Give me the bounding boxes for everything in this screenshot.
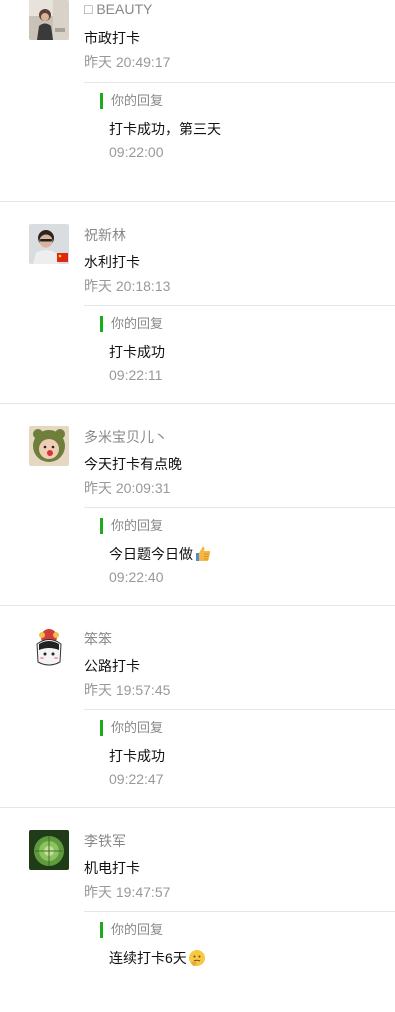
- reply-block: 你的回复 打卡成功 09:22:11: [84, 305, 395, 406]
- reply-label: 你的回复: [100, 518, 163, 534]
- comment-list: □ BEAUTY 市政打卡 昨天 20:49:17 你的回复 打卡成功，第三天 …: [0, 0, 395, 1008]
- reply-time: 09:22:00: [109, 144, 164, 160]
- reply-text: 打卡成功: [109, 748, 165, 764]
- reply-text-content: 今日题今日做: [109, 546, 193, 562]
- avatar-cartoon-icon: [29, 628, 69, 668]
- user-avatar[interactable]: [29, 426, 69, 466]
- user-avatar[interactable]: [29, 0, 69, 40]
- avatar-photo-icon: [29, 830, 69, 870]
- reply-text: 今日题今日做: [109, 544, 212, 564]
- comment-item: 多米宝贝儿丶 今天打卡有点晚 昨天 20:09:31 你的回复 今日题今日做 0…: [0, 404, 395, 606]
- reply-text: 打卡成功，第三天: [109, 121, 221, 137]
- reply-label: 你的回复: [100, 720, 163, 736]
- reply-time: 09:22:47: [109, 771, 164, 787]
- comment-time: 昨天 19:47:57: [84, 884, 171, 900]
- comment-time: 昨天 20:49:17: [84, 54, 171, 70]
- reply-block: 你的回复 今日题今日做 09:22:40: [84, 507, 395, 608]
- user-name[interactable]: 祝新林: [84, 225, 126, 245]
- avatar-photo-icon: [29, 426, 69, 466]
- comment-time: 昨天 20:09:31: [84, 480, 171, 496]
- reply-time: 09:22:11: [109, 367, 163, 383]
- reply-label: 你的回复: [100, 93, 163, 109]
- user-name[interactable]: 笨笨: [84, 629, 112, 649]
- reply-block: 你的回复 打卡成功，第三天 09:22:00: [84, 82, 395, 183]
- comment-text: 机电打卡: [84, 860, 140, 876]
- user-avatar[interactable]: [29, 224, 69, 264]
- comment-text: 水利打卡: [84, 254, 140, 270]
- user-name[interactable]: □ BEAUTY: [84, 1, 152, 17]
- reply-text: 打卡成功: [109, 344, 165, 360]
- avatar-photo-icon: [29, 224, 69, 264]
- reply-label: 你的回复: [100, 922, 163, 938]
- reply-time: 09:22:40: [109, 569, 164, 585]
- comment-item: 笨笨 公路打卡 昨天 19:57:45 你的回复 打卡成功 09:22:47: [0, 606, 395, 808]
- avatar-photo-icon: [29, 0, 69, 40]
- comment-item: □ BEAUTY 市政打卡 昨天 20:49:17 你的回复 打卡成功，第三天 …: [0, 0, 395, 202]
- user-name[interactable]: 多米宝贝儿丶: [84, 427, 168, 447]
- comment-text: 市政打卡: [84, 30, 140, 46]
- reply-label: 你的回复: [100, 316, 163, 332]
- reply-block: 你的回复 连续打卡6天: [84, 911, 395, 1012]
- reply-block: 你的回复 打卡成功 09:22:47: [84, 709, 395, 810]
- reply-text: 连续打卡6天: [109, 948, 206, 968]
- comment-time: 昨天 20:18:13: [84, 278, 171, 294]
- comment-text: 今天打卡有点晚: [84, 456, 182, 472]
- reply-text-content: 连续打卡6天: [109, 950, 187, 966]
- comment-text: 公路打卡: [84, 658, 140, 674]
- user-avatar[interactable]: [29, 830, 69, 870]
- user-name[interactable]: 李铁军: [84, 831, 126, 851]
- thumbs-up-icon: [194, 545, 212, 563]
- comment-item: 李铁军 机电打卡 昨天 19:47:57 你的回复 连续打卡6天: [0, 808, 395, 1008]
- user-avatar[interactable]: [29, 628, 69, 668]
- comment-time: 昨天 19:57:45: [84, 682, 171, 698]
- comment-item: 祝新林 水利打卡 昨天 20:18:13 你的回复 打卡成功 09:22:11: [0, 202, 395, 404]
